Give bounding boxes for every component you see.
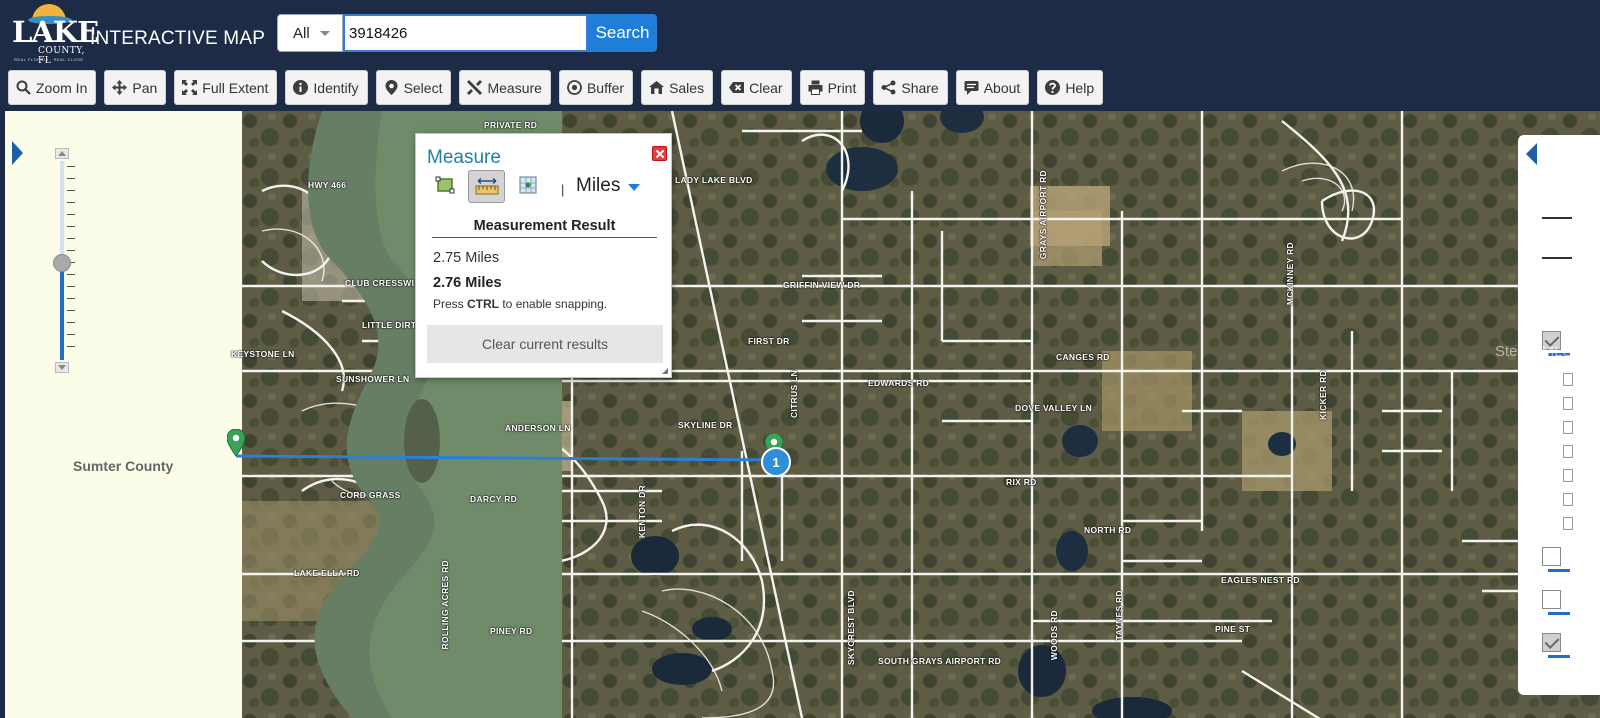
map-view[interactable]: PRIVATE RD HWY 466 CLUB CRESSWIND LITTLE DI… [5, 111, 1600, 718]
zoom-in-button[interactable]: Zoom In [8, 70, 97, 105]
toolbar: Zoom In Pan Full Extent Identify Select Measu… [8, 70, 1104, 105]
layer-sub-checkbox[interactable] [1563, 493, 1573, 506]
sales-button[interactable]: Sales [641, 70, 714, 105]
layer-sub-checkbox[interactable] [1563, 517, 1573, 530]
layer-color-swatch [1548, 612, 1570, 615]
selected-point-badge[interactable]: 1 [761, 447, 791, 477]
layer-sub-checkbox[interactable] [1563, 397, 1573, 410]
layer-color-swatch [1548, 569, 1570, 572]
magnifier-icon [16, 80, 31, 95]
search-input[interactable] [343, 14, 588, 52]
layer-sub-checkbox[interactable] [1563, 373, 1573, 386]
layer-checkbox[interactable] [1542, 590, 1561, 609]
measurement-overlay [235, 454, 778, 462]
layers-panel [1518, 135, 1600, 695]
hint-key: CTRL [467, 297, 500, 311]
toolbar-button-label: Buffer [586, 79, 625, 96]
about-button[interactable]: About [955, 70, 1030, 105]
map-pin-icon [385, 80, 398, 95]
logo-text: LAKE [12, 15, 99, 49]
buffer-button[interactable]: Buffer [558, 70, 634, 105]
pan-button[interactable]: Pan [104, 70, 167, 105]
area-tool-button[interactable] [432, 172, 458, 198]
toolbar-button-label: Pan [132, 79, 158, 96]
measurement-live-value: 2.76 Miles [433, 275, 502, 291]
logo-tagline: REAL FLORIDA · REAL CLOSE [14, 57, 84, 62]
clear-results-button[interactable]: Clear current results [427, 325, 663, 363]
measurement-result-heading: Measurement Result [432, 218, 657, 238]
tool-separator: | [561, 182, 565, 197]
hint-text: Press [433, 297, 468, 311]
toolbar-button-label: Print [827, 79, 857, 96]
measure-panel-title: Measure [427, 147, 501, 168]
units-dropdown[interactable]: Miles [576, 175, 620, 197]
toolbar-button-label: Select [403, 79, 443, 96]
snapping-hint: Press CTRL to enable snapping. [433, 297, 607, 311]
measure-button[interactable]: Measure [459, 70, 551, 105]
target-icon [567, 80, 582, 95]
measure-panel: Measure | Miles Measurement Result 2.75 … [415, 133, 672, 378]
hint-text: to enable snapping. [499, 297, 608, 311]
comment-icon [964, 81, 979, 95]
toolbar-button-label: Identify [313, 79, 359, 96]
clear-button[interactable]: Clear [721, 70, 792, 105]
full-extent-button[interactable]: Full Extent [174, 70, 278, 105]
layer-checkbox[interactable] [1542, 633, 1561, 652]
printer-icon [808, 80, 823, 95]
tools-icon [467, 80, 483, 95]
panel-divider [1542, 217, 1572, 219]
eraser-icon [729, 82, 745, 93]
logo-subtext: COUNTY, FL [38, 46, 85, 66]
app-window: LAKE COUNTY, FL REAL FLORIDA · REAL CLOS… [0, 0, 1600, 718]
share-button[interactable]: Share [873, 70, 948, 105]
chevron-down-icon [320, 31, 330, 36]
select-button[interactable]: Select [375, 70, 452, 105]
info-icon [293, 80, 309, 95]
mls-watermark: Stellar MLS [1495, 343, 1573, 360]
close-icon[interactable] [652, 146, 667, 161]
area-tool-icon [435, 176, 455, 194]
layer-sub-checkbox[interactable] [1563, 469, 1573, 482]
right-panel-toggle-icon[interactable] [1526, 143, 1537, 165]
toolbar-button-label: Measure [487, 79, 542, 96]
lake-county-logo[interactable]: LAKE COUNTY, FL REAL FLORIDA · REAL CLOS… [8, 4, 99, 66]
layer-color-swatch [1548, 655, 1570, 658]
panel-divider [1542, 257, 1572, 259]
layer-sub-checkbox[interactable] [1563, 445, 1573, 458]
identify-button[interactable]: Identify [285, 70, 368, 105]
search-scope-value: All [293, 24, 310, 42]
search-scope-select[interactable]: All [277, 14, 343, 52]
start-map-pin-icon[interactable] [227, 429, 245, 456]
move-arrows-icon [112, 80, 128, 95]
measurement-line [235, 454, 778, 462]
location-tool-button[interactable] [515, 172, 541, 198]
toolbar-button-label: Full Extent [202, 79, 269, 96]
toolbar-button-label: Clear [749, 79, 783, 96]
question-icon [1045, 80, 1061, 95]
distance-tool-button[interactable] [468, 170, 505, 203]
measurement-result-value: 2.75 Miles [433, 250, 500, 266]
house-money-icon [649, 81, 665, 94]
toolbar-button-label: About [983, 79, 1021, 96]
share-icon [881, 80, 896, 95]
toolbar-button-label: Zoom In [36, 79, 88, 96]
layer-sub-checkbox[interactable] [1563, 421, 1573, 434]
toolbar-button-label: Help [1065, 79, 1095, 96]
toolbar-button-label: Sales [669, 79, 705, 96]
search-button[interactable]: Search [588, 14, 657, 52]
location-tool-icon [519, 176, 537, 194]
chevron-down-icon[interactable] [628, 184, 640, 191]
toolbar-button-label: Share [901, 79, 939, 96]
print-button[interactable]: Print [799, 70, 866, 105]
app-title: INTERACTIVE MAP [90, 28, 266, 49]
distance-tool-icon [475, 177, 498, 194]
expand-icon [182, 80, 198, 95]
layer-checkbox[interactable] [1542, 547, 1561, 566]
resize-handle-icon[interactable] [662, 368, 668, 374]
help-button[interactable]: Help [1037, 70, 1104, 105]
